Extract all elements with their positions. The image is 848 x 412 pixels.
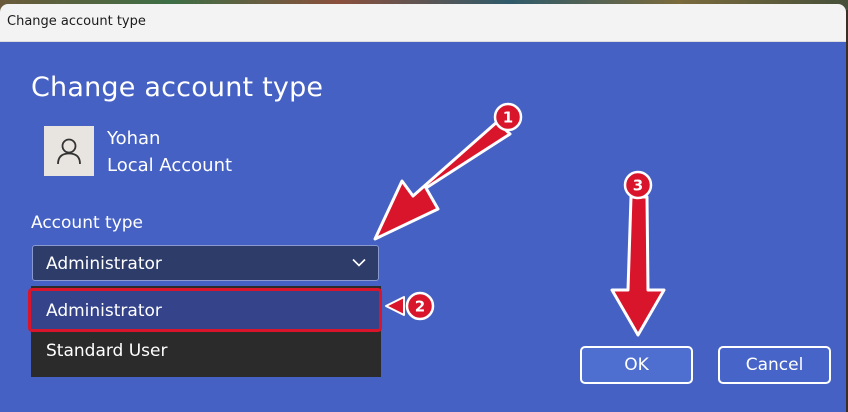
change-account-type-window: Change account type Change account type … bbox=[0, 4, 846, 412]
option-administrator[interactable]: Administrator bbox=[28, 288, 382, 332]
user-name: Yohan bbox=[107, 128, 161, 149]
option-standard-user[interactable]: Standard User bbox=[31, 332, 381, 372]
title-bar: Change account type bbox=[0, 4, 846, 42]
chevron-down-icon bbox=[352, 258, 366, 267]
account-kind: Local Account bbox=[107, 155, 233, 176]
person-icon bbox=[57, 138, 81, 165]
dialog-content: Change account type Yohan Local Account … bbox=[0, 42, 846, 412]
option-label: Standard User bbox=[46, 341, 168, 361]
dropdown-selected-value: Administrator bbox=[46, 254, 162, 274]
account-type-dropdown[interactable]: Administrator bbox=[32, 245, 379, 281]
cancel-button[interactable]: Cancel bbox=[718, 346, 831, 384]
account-type-options: Administrator Standard User bbox=[28, 286, 382, 377]
option-label: Administrator bbox=[46, 301, 162, 321]
avatar bbox=[44, 126, 94, 176]
ok-button[interactable]: OK bbox=[580, 346, 693, 384]
account-type-label: Account type bbox=[31, 213, 144, 233]
window-title: Change account type bbox=[7, 14, 146, 29]
page-title: Change account type bbox=[31, 72, 324, 103]
